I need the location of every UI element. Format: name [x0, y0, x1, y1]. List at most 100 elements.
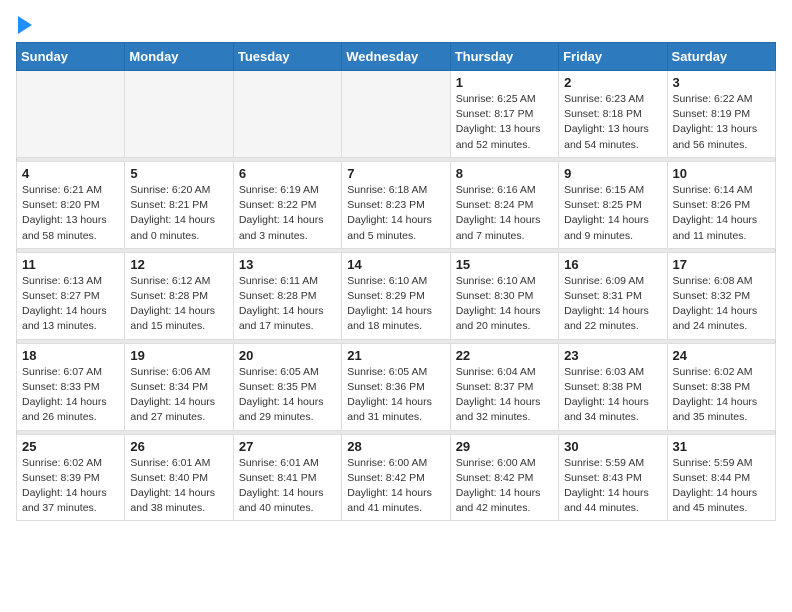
day-number: 29 [456, 439, 553, 454]
day-info: Sunrise: 6:12 AMSunset: 8:28 PMDaylight:… [130, 274, 227, 335]
day-info: Sunrise: 6:13 AMSunset: 8:27 PMDaylight:… [22, 274, 119, 335]
day-info: Sunrise: 6:23 AMSunset: 8:18 PMDaylight:… [564, 92, 661, 153]
day-info: Sunrise: 6:18 AMSunset: 8:23 PMDaylight:… [347, 183, 444, 244]
calendar-cell: 19 Sunrise: 6:06 AMSunset: 8:34 PMDayligh… [125, 343, 233, 430]
calendar-cell: 17 Sunrise: 6:08 AMSunset: 8:32 PMDayligh… [667, 252, 775, 339]
day-number: 20 [239, 348, 336, 363]
day-info: Sunrise: 6:21 AMSunset: 8:20 PMDaylight:… [22, 183, 119, 244]
calendar-cell: 31 Sunrise: 5:59 AMSunset: 8:44 PMDayligh… [667, 434, 775, 521]
weekday-header: Sunday [17, 43, 125, 71]
calendar-header-row: SundayMondayTuesdayWednesdayThursdayFrid… [17, 43, 776, 71]
day-number: 9 [564, 166, 661, 181]
calendar-week-row: 25 Sunrise: 6:02 AMSunset: 8:39 PMDayligh… [17, 434, 776, 521]
day-number: 31 [673, 439, 770, 454]
day-number: 28 [347, 439, 444, 454]
day-number: 18 [22, 348, 119, 363]
calendar-cell: 11 Sunrise: 6:13 AMSunset: 8:27 PMDayligh… [17, 252, 125, 339]
day-info: Sunrise: 6:19 AMSunset: 8:22 PMDaylight:… [239, 183, 336, 244]
calendar-week-row: 18Sunrise: 6:07 AMSunset: 8:33 PMDayligh… [17, 343, 776, 430]
day-info: Sunrise: 5:59 AMSunset: 8:44 PMDaylight:… [673, 456, 770, 517]
logo-arrow-icon [18, 16, 32, 34]
calendar-cell: 7Sunrise: 6:18 AMSunset: 8:23 PMDaylight… [342, 161, 450, 248]
day-info: Sunrise: 6:00 AMSunset: 8:42 PMDaylight:… [456, 456, 553, 517]
day-info: Sunrise: 6:11 AMSunset: 8:28 PMDaylight:… [239, 274, 336, 335]
day-info: Sunrise: 6:00 AMSunset: 8:42 PMDaylight:… [347, 456, 444, 517]
calendar-cell [125, 71, 233, 158]
calendar-cell: 20 Sunrise: 6:05 AMSunset: 8:35 PMDayligh… [233, 343, 341, 430]
day-number: 27 [239, 439, 336, 454]
day-number: 25 [22, 439, 119, 454]
day-info: Sunrise: 6:05 AMSunset: 8:35 PMDaylight:… [239, 365, 336, 426]
calendar-cell: 12 Sunrise: 6:12 AMSunset: 8:28 PMDayligh… [125, 252, 233, 339]
weekday-header: Wednesday [342, 43, 450, 71]
calendar-cell: 9Sunrise: 6:15 AMSunset: 8:25 PMDaylight… [559, 161, 667, 248]
calendar-cell: 21 Sunrise: 6:05 AMSunset: 8:36 PMDayligh… [342, 343, 450, 430]
day-info: Sunrise: 6:05 AMSunset: 8:36 PMDaylight:… [347, 365, 444, 426]
day-number: 21 [347, 348, 444, 363]
day-number: 11 [22, 257, 119, 272]
day-info: Sunrise: 6:06 AMSunset: 8:34 PMDaylight:… [130, 365, 227, 426]
calendar-cell: 15 Sunrise: 6:10 AMSunset: 8:30 PMDayligh… [450, 252, 558, 339]
day-number: 12 [130, 257, 227, 272]
calendar-cell: 10 Sunrise: 6:14 AMSunset: 8:26 PMDayligh… [667, 161, 775, 248]
calendar-cell: 24 Sunrise: 6:02 AMSunset: 8:38 PMDayligh… [667, 343, 775, 430]
day-number: 5 [130, 166, 227, 181]
day-number: 13 [239, 257, 336, 272]
calendar-cell [17, 71, 125, 158]
calendar-cell: 5Sunrise: 6:20 AMSunset: 8:21 PMDaylight… [125, 161, 233, 248]
page-header [16, 16, 776, 30]
logo [16, 16, 32, 30]
day-number: 17 [673, 257, 770, 272]
day-number: 14 [347, 257, 444, 272]
day-number: 1 [456, 75, 553, 90]
day-info: Sunrise: 6:02 AMSunset: 8:39 PMDaylight:… [22, 456, 119, 517]
day-number: 19 [130, 348, 227, 363]
calendar-cell: 26Sunrise: 6:01 AMSunset: 8:40 PMDayligh… [125, 434, 233, 521]
calendar-cell: 1 Sunrise: 6:25 AMSunset: 8:17 PMDaylight… [450, 71, 558, 158]
day-info: Sunrise: 6:02 AMSunset: 8:38 PMDaylight:… [673, 365, 770, 426]
calendar-week-row: 1 Sunrise: 6:25 AMSunset: 8:17 PMDaylight… [17, 71, 776, 158]
day-info: Sunrise: 6:22 AMSunset: 8:19 PMDaylight:… [673, 92, 770, 153]
day-number: 30 [564, 439, 661, 454]
day-info: Sunrise: 6:10 AMSunset: 8:30 PMDaylight:… [456, 274, 553, 335]
calendar-cell: 16Sunrise: 6:09 AMSunset: 8:31 PMDayligh… [559, 252, 667, 339]
day-number: 15 [456, 257, 553, 272]
day-info: Sunrise: 6:14 AMSunset: 8:26 PMDaylight:… [673, 183, 770, 244]
calendar-cell: 18Sunrise: 6:07 AMSunset: 8:33 PMDayligh… [17, 343, 125, 430]
calendar-cell: 22 Sunrise: 6:04 AMSunset: 8:37 PMDayligh… [450, 343, 558, 430]
calendar-cell: 2 Sunrise: 6:23 AMSunset: 8:18 PMDaylight… [559, 71, 667, 158]
calendar-cell: 4 Sunrise: 6:21 AMSunset: 8:20 PMDaylight… [17, 161, 125, 248]
calendar-cell [233, 71, 341, 158]
weekday-header: Thursday [450, 43, 558, 71]
calendar-cell: 25 Sunrise: 6:02 AMSunset: 8:39 PMDayligh… [17, 434, 125, 521]
calendar-cell: 28 Sunrise: 6:00 AMSunset: 8:42 PMDayligh… [342, 434, 450, 521]
calendar-week-row: 4 Sunrise: 6:21 AMSunset: 8:20 PMDaylight… [17, 161, 776, 248]
weekday-header: Tuesday [233, 43, 341, 71]
calendar-cell: 8 Sunrise: 6:16 AMSunset: 8:24 PMDaylight… [450, 161, 558, 248]
calendar-cell: 13 Sunrise: 6:11 AMSunset: 8:28 PMDayligh… [233, 252, 341, 339]
day-info: Sunrise: 5:59 AMSunset: 8:43 PMDaylight:… [564, 456, 661, 517]
day-number: 2 [564, 75, 661, 90]
day-number: 8 [456, 166, 553, 181]
day-number: 10 [673, 166, 770, 181]
calendar-cell: 30 Sunrise: 5:59 AMSunset: 8:43 PMDayligh… [559, 434, 667, 521]
day-info: Sunrise: 6:03 AMSunset: 8:38 PMDaylight:… [564, 365, 661, 426]
day-number: 6 [239, 166, 336, 181]
calendar-table: SundayMondayTuesdayWednesdayThursdayFrid… [16, 42, 776, 521]
day-info: Sunrise: 6:04 AMSunset: 8:37 PMDaylight:… [456, 365, 553, 426]
calendar-cell: 27Sunrise: 6:01 AMSunset: 8:41 PMDayligh… [233, 434, 341, 521]
day-number: 24 [673, 348, 770, 363]
calendar-week-row: 11 Sunrise: 6:13 AMSunset: 8:27 PMDayligh… [17, 252, 776, 339]
day-info: Sunrise: 6:16 AMSunset: 8:24 PMDaylight:… [456, 183, 553, 244]
day-number: 4 [22, 166, 119, 181]
calendar-cell: 29 Sunrise: 6:00 AMSunset: 8:42 PMDayligh… [450, 434, 558, 521]
calendar-cell: 23 Sunrise: 6:03 AMSunset: 8:38 PMDayligh… [559, 343, 667, 430]
day-number: 22 [456, 348, 553, 363]
day-info: Sunrise: 6:10 AMSunset: 8:29 PMDaylight:… [347, 274, 444, 335]
day-number: 23 [564, 348, 661, 363]
day-info: Sunrise: 6:25 AMSunset: 8:17 PMDaylight:… [456, 92, 553, 153]
calendar-cell: 3Sunrise: 6:22 AMSunset: 8:19 PMDaylight… [667, 71, 775, 158]
day-number: 16 [564, 257, 661, 272]
day-info: Sunrise: 6:08 AMSunset: 8:32 PMDaylight:… [673, 274, 770, 335]
calendar-cell: 6 Sunrise: 6:19 AMSunset: 8:22 PMDaylight… [233, 161, 341, 248]
